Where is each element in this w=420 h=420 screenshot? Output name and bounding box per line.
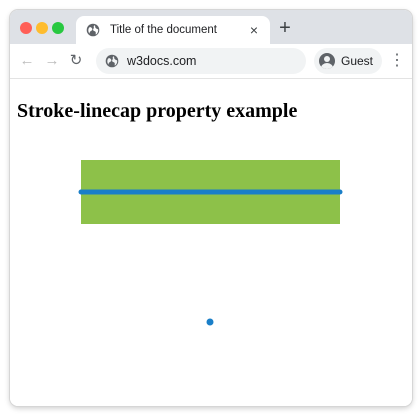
demo-dot bbox=[206, 318, 214, 326]
page-title: Stroke-linecap property example bbox=[17, 100, 298, 122]
reload-icon[interactable]: ↻ bbox=[68, 53, 84, 69]
close-window-button[interactable] bbox=[20, 22, 32, 34]
browser-window: Title of the document × + ← → ↻ w3docs.c… bbox=[10, 10, 412, 406]
stroke-linecap-demo bbox=[78, 160, 343, 326]
address-url[interactable]: w3docs.com bbox=[127, 54, 196, 68]
profile-label: Guest bbox=[341, 54, 374, 68]
minimize-window-button[interactable] bbox=[36, 22, 48, 34]
profile-button[interactable]: Guest bbox=[314, 48, 382, 74]
new-tab-button[interactable]: + bbox=[276, 18, 294, 38]
globe-icon bbox=[86, 23, 100, 37]
address-bar[interactable]: w3docs.com bbox=[96, 48, 306, 74]
close-tab-icon[interactable]: × bbox=[246, 22, 262, 38]
browser-tab[interactable]: Title of the document × bbox=[76, 16, 270, 44]
kebab-menu-icon[interactable]: ⋮ bbox=[389, 52, 405, 70]
maximize-window-button[interactable] bbox=[52, 22, 64, 34]
tab-strip: Title of the document × + bbox=[10, 10, 412, 44]
avatar-icon bbox=[319, 53, 335, 69]
forward-arrow-icon[interactable]: → bbox=[44, 53, 60, 69]
page-content: Stroke-linecap property example bbox=[10, 79, 412, 406]
toolbar: ← → ↻ w3docs.com Guest ⋮ bbox=[10, 44, 412, 79]
globe-icon[interactable] bbox=[105, 54, 119, 68]
back-arrow-icon[interactable]: ← bbox=[19, 53, 35, 69]
tab-title: Title of the document bbox=[110, 24, 217, 36]
